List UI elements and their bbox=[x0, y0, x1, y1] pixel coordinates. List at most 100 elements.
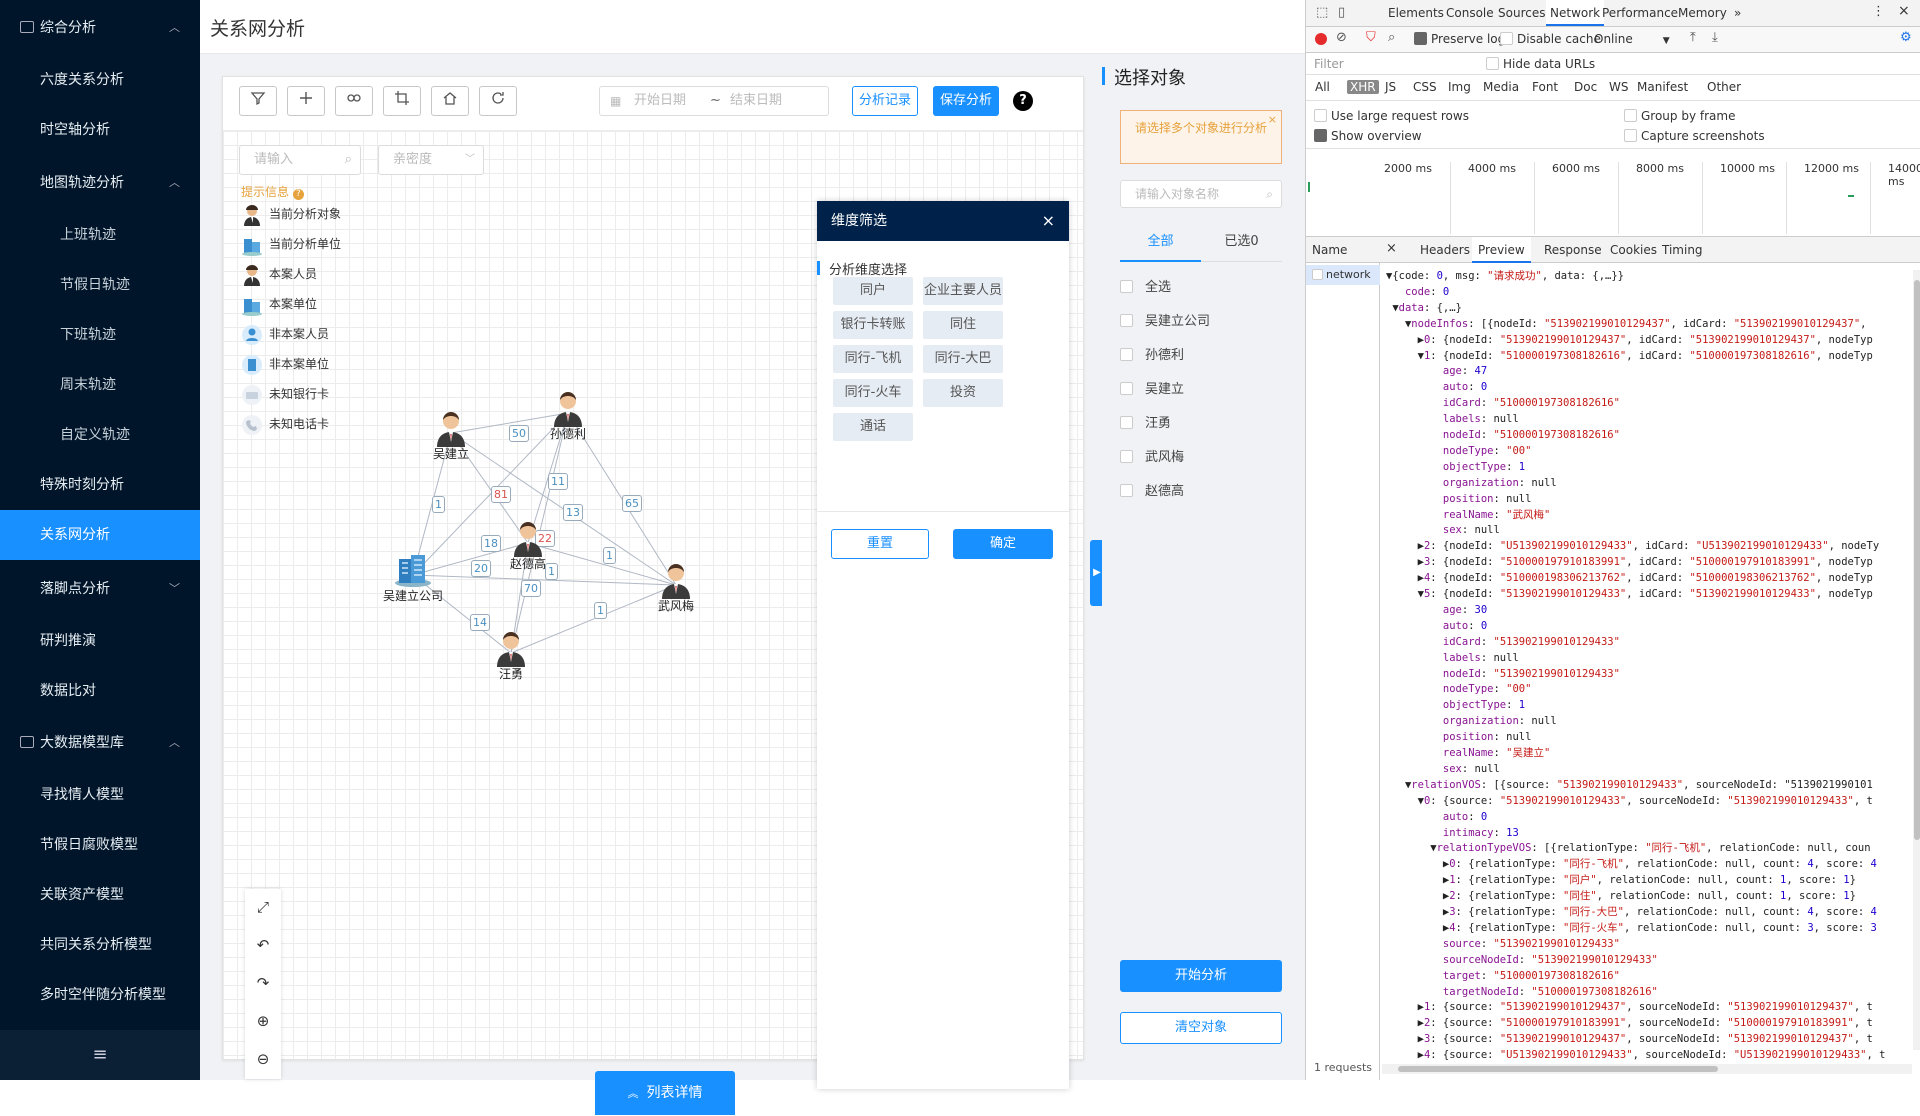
scrollbar[interactable] bbox=[1913, 270, 1920, 1050]
json-line[interactable]: ▼1: {nodeId: "510000197308182616", idCar… bbox=[1386, 348, 1873, 364]
json-line[interactable]: ▼data: {,…} bbox=[1386, 300, 1462, 316]
json-line[interactable]: ▶1: {source: "513902199010129437", sourc… bbox=[1386, 999, 1873, 1015]
edge-weight-label[interactable]: 11 bbox=[548, 473, 568, 490]
object-list-item[interactable]: 汪勇 bbox=[1120, 414, 1171, 434]
graph-node[interactable]: 武风梅 bbox=[646, 559, 706, 614]
json-line[interactable]: organization: null bbox=[1386, 475, 1557, 491]
refresh-icon[interactable] bbox=[479, 86, 517, 116]
tab-selected[interactable]: 已选0 bbox=[1201, 224, 1282, 262]
sidebar-item-1[interactable]: 六度关系分析 bbox=[0, 55, 200, 105]
filter-icon[interactable]: ⛉ bbox=[1366, 30, 1376, 45]
link-icon[interactable] bbox=[335, 86, 373, 116]
devtools-tab[interactable]: Elements bbox=[1384, 0, 1448, 26]
devtools-tab[interactable]: Sources bbox=[1494, 0, 1549, 26]
detail-tab[interactable]: Response bbox=[1538, 237, 1608, 263]
checkbox[interactable] bbox=[1120, 314, 1133, 327]
zoom-in-icon[interactable]: ⊕ bbox=[245, 1003, 281, 1039]
request-row[interactable]: network bbox=[1306, 265, 1380, 285]
edge-weight-label[interactable]: 50 bbox=[509, 425, 529, 442]
filter-input[interactable]: Filter bbox=[1314, 57, 1344, 71]
device-toggle-icon[interactable]: ▯ bbox=[1338, 5, 1345, 20]
sidebar-item-11[interactable]: 落脚点分析 ﹀ bbox=[0, 564, 200, 614]
throttle-select[interactable]: Online ▼ bbox=[1594, 32, 1670, 46]
json-line[interactable]: source: "513902199010129433" bbox=[1386, 936, 1620, 952]
clear-icon[interactable]: ⊘ bbox=[1336, 30, 1347, 45]
edge-weight-label[interactable]: 81 bbox=[491, 486, 511, 503]
sidebar-item-8[interactable]: 自定义轨迹 bbox=[0, 410, 200, 460]
sidebar-item-15[interactable]: 寻找情人模型 bbox=[0, 770, 200, 820]
json-line[interactable]: ▶2: {nodeId: "U513902199010129433", idCa… bbox=[1386, 538, 1880, 554]
object-search-input[interactable]: 请输入对象名称 ⌕ bbox=[1120, 180, 1282, 208]
disable-cache-checkbox[interactable]: Disable cache bbox=[1500, 32, 1601, 46]
json-line[interactable]: idCard: "510000197308182616" bbox=[1386, 395, 1620, 411]
json-line[interactable]: nodeType: "00" bbox=[1386, 443, 1532, 459]
add-icon[interactable] bbox=[287, 86, 325, 116]
json-line[interactable]: sourceNodeId: "513902199010129433" bbox=[1386, 952, 1658, 968]
dimension-chip[interactable]: 通话 bbox=[833, 413, 913, 441]
detail-tab[interactable]: Headers bbox=[1414, 237, 1476, 263]
more-icon[interactable]: ⋮ bbox=[1872, 4, 1885, 19]
save-analysis-button[interactable]: 保存分析 bbox=[933, 86, 999, 116]
preserve-log-checkbox[interactable]: Preserve log bbox=[1414, 32, 1505, 46]
json-line[interactable]: ▼nodeInfos: [{nodeId: "51390219901012943… bbox=[1386, 316, 1867, 332]
inspect-icon[interactable]: ⬚ bbox=[1316, 5, 1328, 20]
graph-node[interactable]: 孙德利 bbox=[538, 387, 598, 442]
type-filter[interactable]: Manifest bbox=[1634, 80, 1691, 94]
graph-canvas[interactable]: 请输入 ⌕ 亲密度 ﹀ 提示信息 ? 当前分析对象 当前分析单位 本案人员 本案单位非… bbox=[223, 131, 1083, 1115]
json-line[interactable]: age: 47 bbox=[1386, 363, 1487, 379]
devtools-tab[interactable]: Memory bbox=[1674, 0, 1731, 26]
json-line[interactable]: ▶2: {relationType: "同住", relationCode: n… bbox=[1386, 888, 1856, 904]
dimension-chip[interactable]: 同住 bbox=[923, 311, 1003, 339]
edge-weight-label[interactable]: 70 bbox=[521, 580, 541, 597]
graph-node[interactable]: 赵德高 bbox=[498, 517, 558, 572]
sidebar-item-18[interactable]: 共同关系分析模型 bbox=[0, 920, 200, 970]
json-line[interactable]: realName: "吴建立" bbox=[1386, 745, 1550, 761]
detail-tab[interactable]: Preview bbox=[1472, 237, 1531, 263]
sidebar-item-5[interactable]: 节假日轨迹 bbox=[0, 260, 200, 310]
json-line[interactable]: target: "510000197308182616" bbox=[1386, 968, 1620, 984]
json-line[interactable]: labels: null bbox=[1386, 411, 1519, 427]
filter-icon[interactable] bbox=[239, 86, 277, 116]
dimension-chip[interactable]: 企业主要人员 bbox=[923, 277, 1003, 305]
sidebar-item-12[interactable]: 研判推演 bbox=[0, 616, 200, 666]
search-icon[interactable]: ⌕ bbox=[1388, 30, 1395, 45]
devtools-tab[interactable]: Console bbox=[1442, 0, 1498, 26]
json-line[interactable]: ▶3: {nodeId: "510000197910183991", idCar… bbox=[1386, 554, 1873, 570]
sidebar-item-19[interactable]: 多时空伴随分析模型 bbox=[0, 970, 200, 1020]
json-line[interactable]: nodeId: "510000197308182616" bbox=[1386, 427, 1620, 443]
json-line[interactable]: labels: null bbox=[1386, 650, 1519, 666]
close-icon[interactable]: × bbox=[1898, 3, 1910, 19]
sidebar-item-13[interactable]: 数据比对 bbox=[0, 666, 200, 716]
sidebar-item-10[interactable]: 关系网分析 bbox=[0, 510, 200, 560]
devtools-tab[interactable]: » bbox=[1730, 0, 1745, 26]
json-line[interactable]: ▼relationVOS: [{source: "513902199010129… bbox=[1386, 777, 1873, 793]
json-line[interactable]: organization: null bbox=[1386, 713, 1557, 729]
json-line[interactable]: ▶4: {source: "U513902199010129433", sour… bbox=[1386, 1047, 1886, 1063]
checkbox[interactable] bbox=[1120, 450, 1133, 463]
json-line[interactable]: targetNodeId: "510000197308182616" bbox=[1386, 984, 1658, 1000]
checkbox[interactable] bbox=[1120, 382, 1133, 395]
json-line[interactable]: position: null bbox=[1386, 491, 1532, 507]
capture-screenshots-checkbox[interactable]: Capture screenshots bbox=[1624, 129, 1765, 143]
help-icon[interactable]: ? bbox=[1013, 91, 1033, 111]
type-filter[interactable]: XHR bbox=[1347, 80, 1379, 94]
clear-objects-button[interactable]: 清空对象 bbox=[1120, 1012, 1282, 1044]
edge-weight-label[interactable]: 20 bbox=[471, 560, 491, 577]
json-line[interactable]: auto: 0 bbox=[1386, 809, 1487, 825]
json-line[interactable]: ▶0: {nodeId: "513902199010129437", idCar… bbox=[1386, 332, 1873, 348]
type-filter[interactable]: Other bbox=[1704, 80, 1744, 94]
menu-toggle-icon[interactable]: ≡ bbox=[0, 1030, 200, 1080]
crop-icon[interactable] bbox=[383, 86, 421, 116]
close-icon[interactable]: × bbox=[1268, 111, 1277, 129]
dimension-chip[interactable]: 同行-火车 bbox=[833, 379, 913, 407]
sidebar-item-3[interactable]: 地图轨迹分析 ︿ bbox=[0, 158, 200, 208]
sidebar-item-2[interactable]: 时空轴分析 bbox=[0, 105, 200, 155]
graph-node[interactable]: 吴建立公司 bbox=[383, 549, 443, 604]
json-line[interactable]: ▶4: {nodeId: "510000198306213762", idCar… bbox=[1386, 570, 1873, 586]
type-filter[interactable]: WS bbox=[1606, 80, 1631, 94]
checkbox[interactable] bbox=[1120, 484, 1133, 497]
object-list-item[interactable]: 吴建立公司 bbox=[1120, 312, 1210, 332]
scrollbar-thumb[interactable] bbox=[1914, 280, 1920, 840]
checkbox[interactable] bbox=[1120, 348, 1133, 361]
large-rows-checkbox[interactable]: Use large request rows bbox=[1314, 109, 1469, 123]
